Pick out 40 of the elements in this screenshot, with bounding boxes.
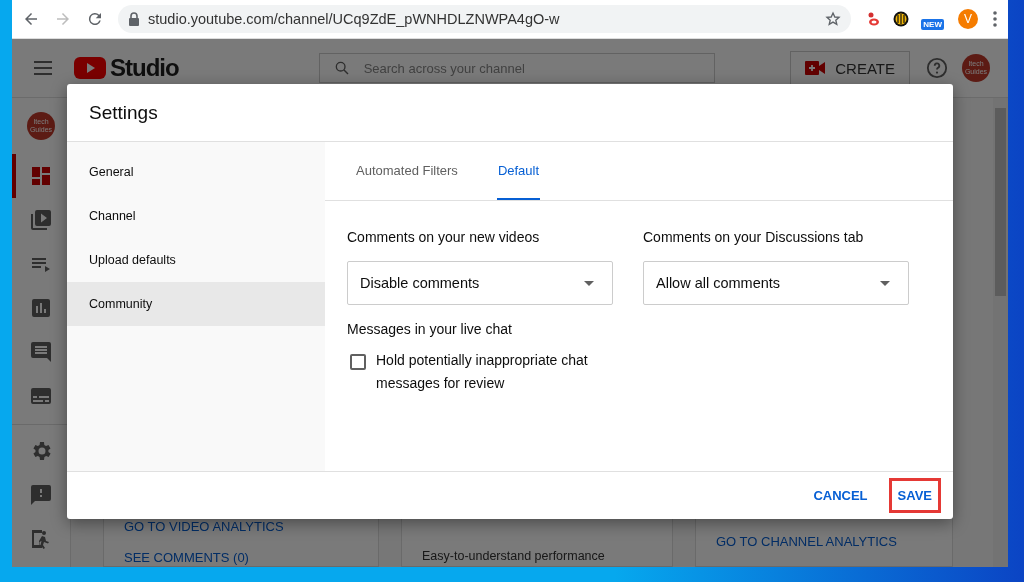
- save-button[interactable]: SAVE: [888, 478, 941, 513]
- checkbox-label: Hold potentially inappropriate chat messages for review: [376, 351, 589, 393]
- tab[interactable]: Automated Filters: [355, 142, 459, 200]
- dropdown[interactable]: Allow all comments: [643, 261, 909, 305]
- bar-chart-icon: [29, 296, 53, 320]
- menu-item[interactable]: Upload defaults: [67, 238, 325, 282]
- menu-item[interactable]: General: [67, 150, 325, 194]
- menu-icon[interactable]: [34, 61, 52, 75]
- card-text: Easy-to-understand performance: [422, 549, 606, 563]
- section-heading: Messages in your live chat: [347, 321, 513, 337]
- field-label: Comments on your Discussions tab: [643, 229, 865, 245]
- comment-icon: [29, 340, 53, 364]
- video-library-icon: [29, 208, 53, 232]
- caret-icon: [880, 280, 890, 286]
- video-camera-icon: [805, 61, 826, 75]
- search-icon: [333, 60, 350, 76]
- checkbox[interactable]: [350, 354, 366, 370]
- logo-text: Studio: [110, 54, 179, 82]
- menu-item[interactable]: Channel: [67, 194, 325, 238]
- link[interactable]: SEE COMMENTS (0): [124, 550, 358, 565]
- help-icon[interactable]: [926, 57, 948, 79]
- reload-icon[interactable]: [86, 10, 104, 28]
- link[interactable]: GO TO CHANNEL ANALYTICS: [716, 534, 932, 549]
- new-badge[interactable]: NEW: [921, 18, 944, 30]
- extension-icon[interactable]: [893, 11, 910, 27]
- address-bar[interactable]: studio.youtube.com/channel/UCq9ZdE_pWNHDLZNWPA4gO-w: [118, 5, 852, 33]
- caret-icon: [584, 280, 594, 286]
- play-logo-icon[interactable]: [74, 57, 106, 79]
- feedback-icon: [29, 483, 53, 507]
- field-label: Comments on your new videos: [347, 229, 541, 245]
- dialog-title: Settings: [89, 101, 158, 124]
- cancel-button[interactable]: CANCEL: [804, 478, 877, 513]
- create-button[interactable]: CREATE: [790, 51, 910, 85]
- lock-icon: [128, 12, 140, 26]
- star-icon[interactable]: [825, 11, 842, 27]
- tab[interactable]: Default: [496, 142, 541, 200]
- dashboard-icon: [29, 164, 53, 188]
- more-icon[interactable]: [992, 10, 998, 28]
- menu-item[interactable]: Community: [67, 282, 325, 326]
- dropdown[interactable]: Disable comments: [347, 261, 613, 305]
